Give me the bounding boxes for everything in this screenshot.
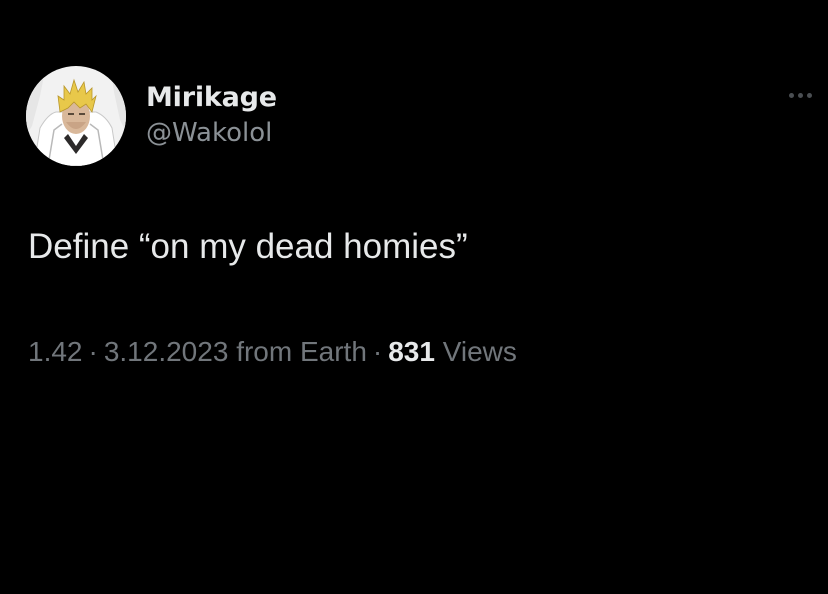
tweet-time[interactable]: 1.42	[28, 336, 83, 367]
views-label[interactable]: Views	[443, 336, 517, 367]
views-count[interactable]: 831	[388, 336, 435, 367]
tweet-date[interactable]: 3.12.2023	[104, 336, 229, 367]
avatar[interactable]	[26, 66, 126, 166]
more-horizontal-icon-dot	[806, 92, 812, 98]
meta-separator: ·	[372, 336, 383, 367]
author-names[interactable]: Mirikage @Wakolol	[146, 82, 277, 150]
more-horizontal-icon-dot	[797, 92, 803, 98]
tweet-source: from Earth	[236, 336, 367, 367]
meta-separator: ·	[88, 336, 98, 367]
tweet-meta: 1.42 · 3.12.2023 from Earth · 831 Views	[28, 334, 517, 370]
more-horizontal-icon	[788, 92, 794, 98]
more-options-button[interactable]	[782, 84, 818, 106]
avatar-image	[26, 66, 126, 166]
tweet-header: Mirikage @Wakolol	[26, 66, 277, 166]
author-display-name[interactable]: Mirikage	[146, 82, 277, 114]
author-handle[interactable]: @Wakolol	[146, 116, 277, 150]
tweet-text: Define “on my dead homies”	[28, 227, 468, 266]
tweet: Mirikage @Wakolol Define “on my dead hom…	[0, 0, 828, 594]
